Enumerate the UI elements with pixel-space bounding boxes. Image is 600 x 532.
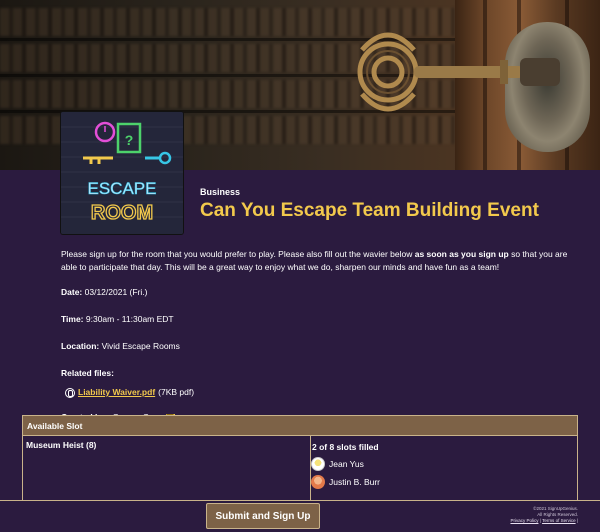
event-thumbnail: ? ESCAPE ROOM	[61, 112, 183, 234]
intro-paragraph: Please sign up for the room that you wou…	[61, 249, 568, 272]
antique-key-icon	[357, 32, 560, 112]
escape-room-logo: ? ESCAPE ROOM	[61, 112, 183, 234]
file-meta: (7KB pdf)	[158, 387, 195, 397]
list-item: Justin B. Burr	[311, 474, 577, 489]
terms-of-service-link[interactable]: Terms of Service	[542, 518, 576, 523]
slots-filled-count: 2 of 8 slots filled	[312, 442, 379, 452]
logo-line2: ROOM	[91, 202, 153, 224]
submit-signup-button[interactable]: Submit and Sign Up	[206, 503, 320, 529]
intro-emphasis: as soon as you sign up	[414, 249, 509, 259]
avatar	[311, 456, 325, 471]
related-files-label: Related files:	[61, 368, 114, 378]
slots-header: Available Slot	[23, 416, 577, 436]
page-title: Can You Escape Team Building Event	[200, 200, 539, 221]
logo-line1: ESCAPE	[88, 179, 157, 198]
privacy-policy-link[interactable]: Privacy Policy	[510, 518, 538, 523]
svg-text:?: ?	[125, 132, 134, 148]
participant-name: Justin B. Burr	[329, 476, 381, 487]
list-item: Jean Yus	[311, 456, 577, 471]
file-attachment: Liability Waiver.pdf (7KB pdf)	[65, 386, 581, 399]
event-description: Please sign up for the room that you wou…	[61, 248, 581, 438]
liability-waiver-link[interactable]: Liability Waiver.pdf	[78, 386, 155, 399]
event-category: Business	[200, 187, 241, 197]
participant-name: Jean Yus	[329, 458, 364, 469]
event-time: Time: 9:30am - 11:30am EDT	[61, 314, 174, 324]
avatar	[311, 474, 325, 489]
event-location: Location: Vivid Escape Rooms	[61, 341, 180, 351]
legal-notice: ©2021 SignUpGenius. All Rights Reserved.…	[510, 506, 578, 523]
paperclip-icon	[65, 387, 75, 398]
event-date: Date: 03/12/2021 (Fri.)	[61, 287, 148, 297]
